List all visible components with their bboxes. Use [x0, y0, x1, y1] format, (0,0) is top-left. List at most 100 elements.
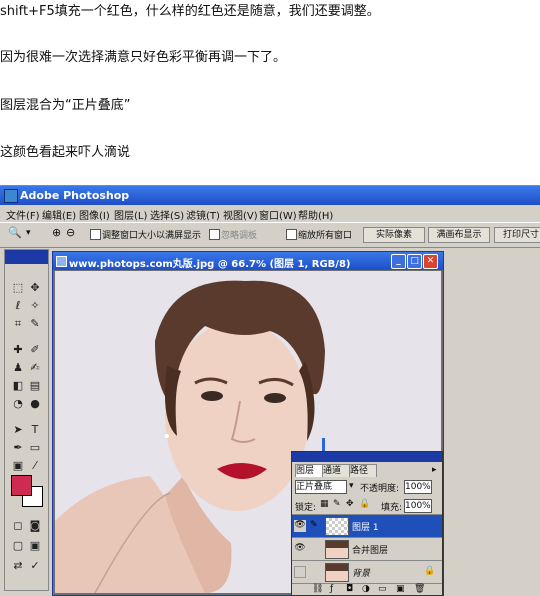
- fit-screen-button[interactable]: 满画布显示: [428, 227, 490, 243]
- document-icon: [56, 256, 67, 267]
- layer-name: 背景: [352, 569, 371, 579]
- layer-row-layer1[interactable]: 👁 ✎ 图层 1: [292, 514, 442, 537]
- notes-tool-icon[interactable]: ▣: [10, 458, 26, 473]
- panel-menu-arrow-icon[interactable]: ▸: [432, 465, 437, 475]
- dropdown-arrow-icon[interactable]: ▾: [26, 228, 31, 238]
- layer-style-icon[interactable]: ƒ: [330, 584, 333, 594]
- eye-icon[interactable]: 👁: [294, 543, 306, 555]
- opacity-value: 100%: [405, 482, 431, 492]
- delete-layer-icon[interactable]: 🗑: [414, 584, 425, 594]
- brush-tool-icon[interactable]: ✐: [27, 342, 43, 357]
- shape-tool-icon[interactable]: ▭: [27, 440, 43, 455]
- ignore-palettes-label: 忽略调板: [221, 231, 258, 241]
- lasso-tool-icon[interactable]: ℓ: [10, 298, 26, 313]
- paragraph-fill-red: shift+F5填充一个红色，什么样的红色还是随意，我们还要调整。: [0, 4, 380, 19]
- marquee-tool-icon[interactable]: ⬚: [10, 280, 26, 295]
- quickmask-on-icon[interactable]: ◙: [27, 518, 43, 533]
- history-brush-icon[interactable]: ✍: [27, 360, 43, 375]
- zoom-tool-icon[interactable]: 🔍: [8, 226, 22, 239]
- menu-image[interactable]: 图像(I): [79, 207, 110, 222]
- healing-brush-icon[interactable]: ✚: [10, 342, 26, 357]
- photoshop-icon: [4, 189, 18, 203]
- resize-windows-checkbox[interactable]: [90, 229, 101, 240]
- paragraph-blend-mode: 图层混合为“正片叠底”: [0, 98, 131, 113]
- blend-mode-dropdown-icon[interactable]: ▾: [349, 481, 354, 491]
- actual-pixels-button[interactable]: 实际像素: [363, 227, 425, 243]
- lock-all-icon[interactable]: 🔒: [359, 499, 370, 509]
- app-title: Adobe Photoshop: [20, 189, 130, 202]
- zoom-in-icon[interactable]: ⊕: [52, 226, 61, 239]
- fill-input[interactable]: 100%: [404, 499, 432, 513]
- layer-thumbnail: [325, 540, 349, 559]
- clone-stamp-icon[interactable]: ♟: [10, 360, 26, 375]
- lock-transparency-icon[interactable]: ▦: [320, 499, 329, 509]
- eyedropper-icon[interactable]: ⁄: [27, 458, 43, 473]
- close-icon[interactable]: ✕: [423, 254, 438, 269]
- document-title: www.photops.com丸版.jpg @ 66.7% (图层 1, RGB…: [69, 259, 351, 270]
- quickmask-off-icon[interactable]: ◻: [10, 518, 26, 533]
- menu-file[interactable]: 文件(F): [6, 207, 40, 222]
- menu-layer[interactable]: 图层(L): [114, 207, 147, 222]
- blend-mode-value: 正片叠底: [296, 482, 333, 492]
- layers-panel: 图层 通道 路径 ▸ 正片叠底 ▾ 不透明度: 100% 锁定: ▦ ✎ ✥ 🔒…: [291, 451, 443, 596]
- screen-mode-icon[interactable]: ▢: [10, 538, 26, 553]
- type-tool-icon[interactable]: T: [27, 422, 43, 437]
- magic-wand-icon[interactable]: ✧: [27, 298, 43, 313]
- paragraph-comment: 这颜色看起来吓人滴说: [0, 145, 131, 160]
- menu-view[interactable]: 视图(V): [223, 207, 258, 222]
- path-select-icon[interactable]: ➤: [10, 422, 26, 437]
- menu-window[interactable]: 窗口(W): [259, 207, 297, 222]
- fullscreen-mode-icon[interactable]: ▣: [27, 538, 43, 553]
- options-bar: 🔍 ▾ ⊕ ⊖ 调整窗口大小以满屏显示 忽略调板 缩放所有窗口 实际像素 满画布…: [0, 222, 540, 248]
- print-size-button[interactable]: 打印尺寸: [494, 227, 540, 243]
- adjustment-layer-icon[interactable]: ◑: [362, 584, 370, 594]
- zoom-all-checkbox[interactable]: [286, 229, 297, 240]
- menu-edit[interactable]: 编辑(E): [42, 207, 76, 222]
- menu-bar: 文件(F) 编辑(E) 图像(I) 图层(L) 选择(S) 滤镜(T) 视图(V…: [0, 205, 540, 222]
- menu-filter[interactable]: 滤镜(T): [186, 207, 220, 222]
- visibility-off-icon[interactable]: [294, 566, 306, 578]
- pen-tool-icon[interactable]: ✒: [10, 440, 26, 455]
- layer-thumbnail: [325, 563, 349, 582]
- layer-row-merged[interactable]: 👁 合并图层: [292, 537, 442, 560]
- tab-layers[interactable]: 图层: [295, 464, 323, 477]
- lock-label: 锁定:: [295, 503, 317, 513]
- eraser-tool-icon[interactable]: ◧: [10, 378, 26, 393]
- blur-tool-icon[interactable]: ◔: [10, 396, 26, 411]
- layer-mask-icon[interactable]: ◘: [346, 584, 353, 594]
- slice-tool-icon[interactable]: ✎: [27, 316, 43, 331]
- opacity-input[interactable]: 100%: [404, 480, 432, 494]
- document-titlebar[interactable]: www.photops.com丸版.jpg @ 66.7% (图层 1, RGB…: [53, 252, 443, 270]
- fill-label: 填充:: [381, 503, 403, 513]
- layers-footer: ⛓ ƒ ◘ ◑ ▭ ▣ 🗑: [292, 583, 442, 596]
- crop-tool-icon[interactable]: ⌗: [10, 316, 26, 331]
- lock-position-icon[interactable]: ✥: [346, 499, 354, 509]
- blend-mode-select[interactable]: 正片叠底: [295, 480, 347, 494]
- dodge-tool-icon[interactable]: ●: [27, 396, 43, 411]
- lock-image-icon[interactable]: ✎: [333, 499, 341, 509]
- tab-paths[interactable]: 路径: [349, 464, 377, 477]
- menu-help[interactable]: 帮助(H): [298, 207, 333, 222]
- new-layer-icon[interactable]: ▣: [396, 584, 405, 594]
- maximize-icon[interactable]: □: [407, 254, 422, 269]
- layer-name: 图层 1: [352, 523, 379, 533]
- toolbox-header: [5, 250, 48, 264]
- edit-in-imageready-icon[interactable]: ✓: [27, 558, 43, 573]
- zoom-out-icon[interactable]: ⊖: [66, 226, 75, 239]
- foreground-color-swatch[interactable]: [11, 475, 32, 496]
- link-layers-icon[interactable]: ⛓: [312, 584, 323, 594]
- layer-row-background[interactable]: 背景 🔒: [292, 560, 442, 583]
- minimize-icon[interactable]: _: [391, 254, 406, 269]
- paragraph-color-balance: 因为很难一次选择满意只好色彩平衡再调一下了。: [0, 50, 287, 65]
- eye-icon[interactable]: 👁: [294, 520, 306, 532]
- gradient-tool-icon[interactable]: ▤: [27, 378, 43, 393]
- ignore-palettes-checkbox[interactable]: [209, 229, 220, 240]
- opacity-label: 不透明度:: [360, 484, 400, 494]
- toolbox: ⬚ ✥ ℓ ✧ ⌗ ✎ ✚ ✐ ♟ ✍ ◧ ▤ ◔ ● ➤ T ✒ ▭ ▣ ⁄ …: [4, 249, 49, 591]
- move-tool-icon[interactable]: ✥: [27, 280, 43, 295]
- menu-select[interactable]: 选择(S): [150, 207, 184, 222]
- new-group-icon[interactable]: ▭: [378, 584, 387, 594]
- jump-to-imageready-icon[interactable]: ⇄: [10, 558, 26, 573]
- annotation-arrow-shaft: [322, 438, 325, 452]
- tab-channels[interactable]: 通道: [322, 464, 350, 477]
